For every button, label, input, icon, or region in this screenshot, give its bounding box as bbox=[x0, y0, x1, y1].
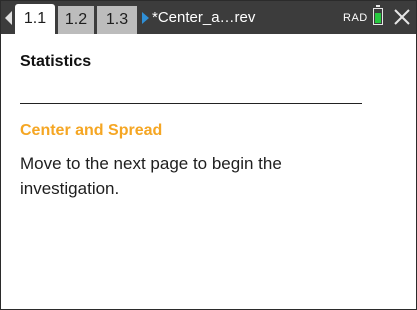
tab-1-3[interactable]: 1.3 bbox=[97, 6, 137, 34]
close-icon[interactable] bbox=[393, 8, 411, 26]
instruction-text: Move to the next page to begin the inves… bbox=[20, 154, 282, 198]
tab-1-1[interactable]: 1.1 bbox=[15, 4, 55, 34]
tab-bar: 1.1 1.2 1.3 *Center_a…rev RAD bbox=[1, 1, 416, 34]
angle-mode-indicator: RAD bbox=[343, 12, 368, 24]
battery-icon bbox=[373, 5, 383, 25]
calculator-screen: 1.1 1.2 1.3 *Center_a…rev RAD Statistics… bbox=[0, 0, 417, 310]
document-title: *Center_a…rev bbox=[152, 9, 256, 26]
section-heading: Center and Spread bbox=[20, 122, 163, 139]
triangle-right-icon[interactable] bbox=[142, 12, 149, 24]
triangle-left-icon[interactable] bbox=[5, 11, 12, 25]
divider-line bbox=[20, 103, 362, 104]
battery-level-fill bbox=[375, 13, 381, 23]
tab-1-2[interactable]: 1.2 bbox=[58, 6, 94, 34]
page-title: Statistics bbox=[20, 53, 92, 70]
